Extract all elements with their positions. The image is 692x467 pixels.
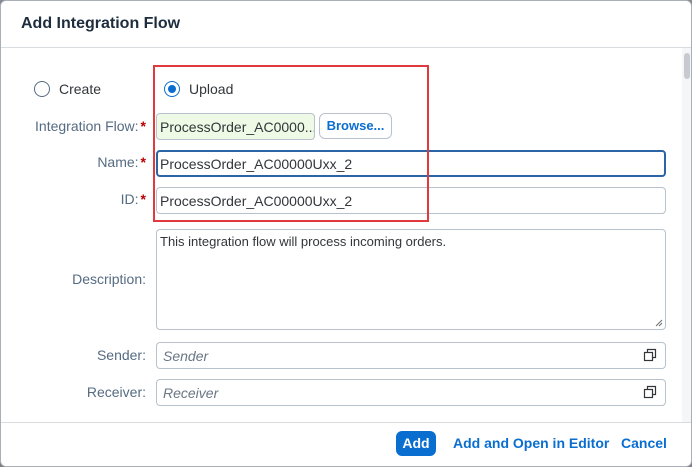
id-label-text: ID: (120, 191, 139, 207)
add-button[interactable]: Add (396, 431, 436, 456)
id-input-value: ProcessOrder_AC00000Uxx_2 (160, 193, 353, 209)
receiver-placeholder: Receiver (163, 385, 219, 401)
dialog-title: Add Integration Flow (21, 15, 181, 32)
scrollbar[interactable] (682, 48, 691, 424)
id-input[interactable]: ProcessOrder_AC00000Uxx_2 (156, 187, 666, 214)
required-marker: * (140, 154, 146, 170)
radio-create[interactable]: Create (34, 81, 101, 97)
dialog-footer: Add Add and Open in Editor Cancel (1, 422, 691, 466)
integration-flow-label-text: Integration Flow: (35, 118, 139, 134)
description-textarea[interactable]: This integration flow will process incom… (156, 229, 666, 330)
receiver-label: Receiver: (86, 384, 146, 400)
add-and-open-button[interactable]: Add and Open in Editor (453, 435, 609, 451)
value-help-icon[interactable] (643, 385, 657, 399)
name-label: Name: * (1, 154, 146, 170)
resize-grip-icon[interactable] (655, 319, 663, 327)
radio-create-label: Create (59, 81, 102, 97)
add-integration-flow-dialog: Add Integration Flow Create Upload Integ… (0, 0, 692, 467)
value-help-icon[interactable] (643, 348, 657, 362)
required-marker: * (140, 118, 146, 134)
required-marker: * (140, 191, 146, 207)
integration-flow-file-field[interactable]: ProcessOrder_AC0000... (156, 113, 315, 140)
integration-flow-label: Integration Flow: * (1, 118, 146, 134)
name-input[interactable]: ProcessOrder_AC00000Uxx_2 (156, 150, 666, 177)
radio-upload-label: Upload (189, 81, 234, 97)
name-label-text: Name: (97, 154, 139, 170)
receiver-input[interactable]: Receiver (156, 379, 666, 406)
sender-placeholder: Sender (163, 348, 209, 364)
integration-flow-file-value: ProcessOrder_AC0000... (160, 119, 315, 135)
sender-label: Sender: (96, 347, 146, 363)
radio-upload[interactable]: Upload (164, 81, 233, 97)
id-label: ID: * (1, 191, 146, 207)
description-label: Description: (72, 271, 146, 287)
scrollbar-thumb[interactable] (684, 53, 690, 79)
description-value: This integration flow will process incom… (160, 234, 447, 249)
cancel-button[interactable]: Cancel (621, 435, 667, 451)
radio-create-indicator[interactable] (34, 81, 50, 97)
name-input-value: ProcessOrder_AC00000Uxx_2 (160, 156, 353, 172)
browse-button[interactable]: Browse... (319, 113, 392, 139)
sender-input[interactable]: Sender (156, 342, 666, 369)
dialog-header: Add Integration Flow (1, 1, 691, 48)
radio-upload-indicator[interactable] (164, 81, 180, 97)
